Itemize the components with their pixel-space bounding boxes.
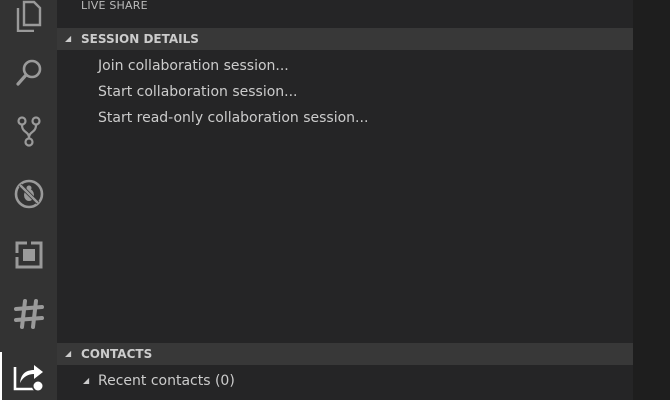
slack-button[interactable]	[0, 290, 57, 338]
debug-icon	[14, 179, 43, 209]
live-share-button[interactable]	[0, 352, 57, 400]
extensions-icon	[14, 241, 42, 269]
item-label: Start read-only collaboration session...	[98, 110, 369, 126]
expanded-chevron-icon: ◢	[65, 34, 72, 43]
editor-area	[633, 0, 670, 400]
files-icon	[16, 0, 41, 32]
view-title: LIVE SHARE	[81, 0, 148, 12]
start-session-item[interactable]: Start collaboration session...	[57, 79, 633, 105]
expanded-chevron-icon: ◢	[65, 349, 72, 358]
source-control-button[interactable]	[0, 107, 57, 155]
contacts-header[interactable]: ◢ CONTACTS	[57, 343, 633, 365]
explorer-button[interactable]	[0, 0, 57, 40]
join-session-item[interactable]: Join collaboration session...	[57, 53, 633, 79]
extensions-button[interactable]	[0, 231, 57, 279]
session-details-header[interactable]: ◢ SESSION DETAILS	[57, 28, 633, 50]
recent-contacts-item[interactable]: ◢ Recent contacts (0)	[57, 368, 633, 394]
start-readonly-session-item[interactable]: Start read-only collaboration session...	[57, 105, 633, 131]
section-title: CONTACTS	[81, 347, 153, 361]
item-label: Recent contacts (0)	[98, 373, 235, 389]
slack-icon	[13, 299, 44, 329]
source-control-icon	[16, 116, 41, 147]
search-button[interactable]	[0, 49, 57, 97]
live-share-sidebar: LIVE SHARE ◢ SESSION DETAILS Join collab…	[57, 0, 633, 400]
expanded-chevron-icon: ◢	[83, 376, 90, 385]
activity-bar	[0, 0, 57, 400]
section-title: SESSION DETAILS	[81, 32, 199, 46]
live-share-icon	[13, 365, 44, 392]
item-label: Start collaboration session...	[98, 84, 298, 100]
debug-button[interactable]	[0, 170, 57, 218]
item-label: Join collaboration session...	[98, 58, 289, 74]
search-icon	[15, 59, 41, 86]
